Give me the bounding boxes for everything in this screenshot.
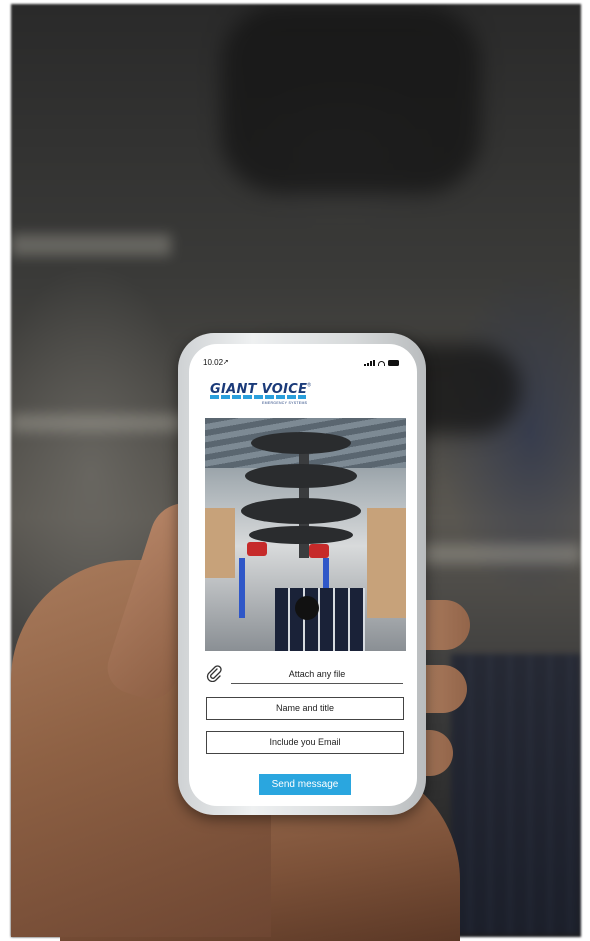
hero-speaker-disc [241, 498, 361, 524]
brand-registered-mark: ® [307, 382, 311, 389]
hero-red-lamp [309, 544, 329, 558]
signal-icon [364, 360, 375, 366]
status-bar: 10.02 ➚ [189, 358, 417, 372]
hero-black-disc [295, 596, 319, 620]
brand-logo: GIANT VOICE® EMERGENCY SYSTEMS [210, 380, 340, 410]
name-field[interactable]: Name and title [206, 697, 404, 720]
wifi-icon [378, 360, 385, 366]
hero-shelf [367, 508, 406, 618]
blurred-shelf [411, 544, 581, 564]
hero-pipe [239, 558, 245, 618]
location-arrow-icon: ➚ [223, 359, 229, 366]
phone-screen: 10.02 ➚ GIANT VOICE® EMERGENCY SYSTEMS A… [189, 344, 417, 806]
brand-subtitle: EMERGENCY SYSTEMS [262, 401, 308, 405]
hero-shelf [205, 508, 235, 578]
blurred-shelf [11, 414, 191, 432]
status-icons [364, 360, 399, 366]
attach-file-row[interactable]: Attach any file [205, 662, 403, 688]
attach-underline [231, 683, 403, 684]
hero-solar-panel [275, 588, 365, 651]
email-field[interactable]: Include you Email [206, 731, 404, 754]
blurred-solar-panel [451, 654, 581, 934]
paperclip-icon[interactable] [205, 664, 223, 682]
hero-speaker-disc [251, 432, 351, 454]
blurred-speaker-tower [221, 4, 481, 194]
status-time: 10.02 [203, 358, 224, 367]
brand-stripes [210, 395, 306, 399]
send-message-button[interactable]: Send message [259, 774, 351, 795]
hero-red-lamp [247, 542, 267, 556]
blurred-shelf [11, 234, 171, 256]
attach-file-label[interactable]: Attach any file [231, 669, 403, 679]
hero-speaker-disc [245, 464, 357, 488]
hero-photo [205, 418, 406, 651]
battery-icon [388, 360, 399, 366]
